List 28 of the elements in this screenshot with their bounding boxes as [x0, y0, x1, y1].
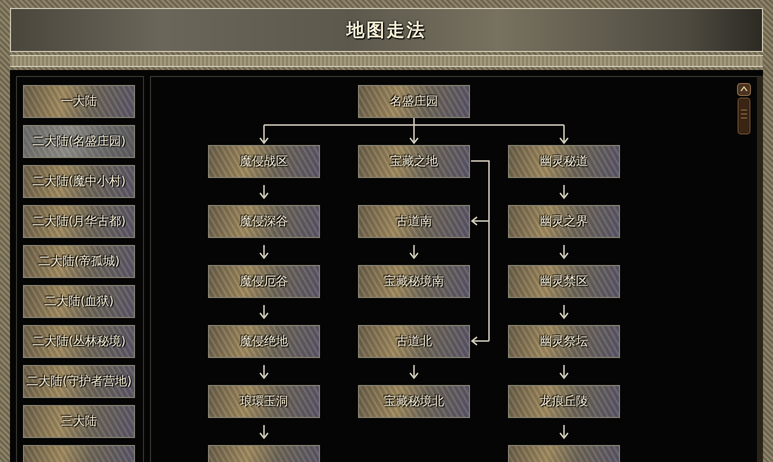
sidebar-item[interactable]: 二大陆(魔中小村): [23, 165, 135, 198]
sidebar-item[interactable]: 二大陆(血狱): [23, 285, 135, 318]
sidebar-item[interactable]: 一大陆: [23, 85, 135, 118]
scrollbar[interactable]: [737, 83, 751, 135]
map-node[interactable]: 宝藏秘境南: [358, 265, 470, 298]
sidebar-item[interactable]: 二大陆(丛林秘境): [23, 325, 135, 358]
map-node[interactable]: 古道北: [358, 325, 470, 358]
sidebar-item[interactable]: 二大陆(帝孤城): [23, 245, 135, 278]
map-node[interactable]: 魔侵厄谷: [208, 265, 320, 298]
map-node[interactable]: 魔侵战区: [208, 145, 320, 178]
map-node[interactable]: 幽灵祭坛: [508, 325, 620, 358]
sidebar-item[interactable]: 二大陆(守护者营地): [23, 365, 135, 398]
map-node[interactable]: 宝藏秘境北: [358, 385, 470, 418]
map-node[interactable]: 龙痕丘陵: [508, 385, 620, 418]
sidebar-item[interactable]: 二大陆(月华古都): [23, 205, 135, 238]
map-node[interactable]: 琅環玉洞: [208, 385, 320, 418]
map-node[interactable]: 名盛庄园: [358, 85, 470, 118]
map-node[interactable]: 魔侵深谷: [208, 205, 320, 238]
map-node[interactable]: 魔侵绝地: [208, 325, 320, 358]
map-node[interactable]: 幽灵秘道: [508, 145, 620, 178]
map-node[interactable]: 古道南: [358, 205, 470, 238]
map-node[interactable]: 幽灵之界: [508, 205, 620, 238]
sidebar-item[interactable]: [23, 445, 135, 462]
sidebar-item[interactable]: 二大陆(名盛庄园): [23, 125, 135, 158]
sidebar-item[interactable]: 三大陆: [23, 405, 135, 438]
map-node[interactable]: 宝藏之地: [358, 145, 470, 178]
map-node[interactable]: 幽灵禁区: [508, 265, 620, 298]
window-title: 地图走法: [346, 19, 426, 42]
